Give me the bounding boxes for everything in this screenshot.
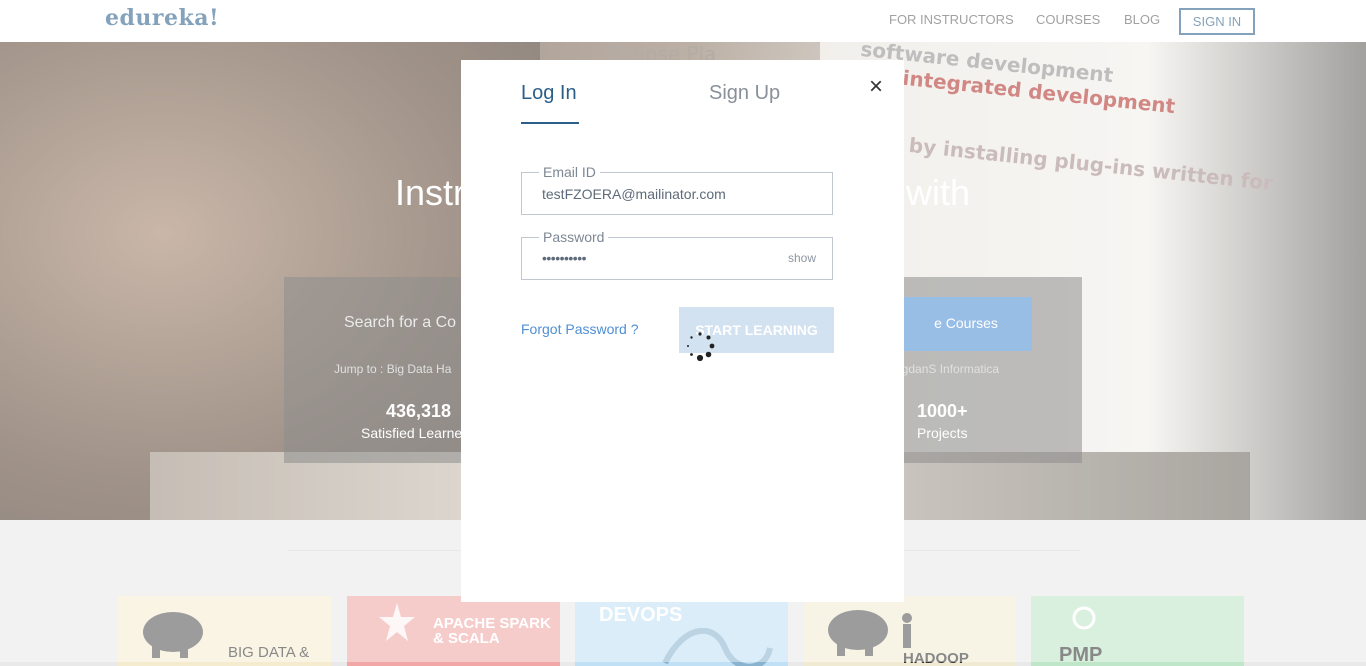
password-field-value: ••••••••••: [542, 250, 587, 266]
email-field-value: testFZOERA@mailinator.com: [542, 186, 726, 202]
loading-spinner-icon: [687, 332, 715, 362]
close-icon[interactable]: ×: [866, 75, 886, 99]
login-modal: Log In Sign Up × Email ID testFZOERA@mai…: [461, 60, 904, 602]
forgot-password-link[interactable]: Forgot Password ?: [521, 321, 639, 337]
tab-sign-up[interactable]: Sign Up: [709, 82, 780, 105]
password-field[interactable]: Password •••••••••• show: [521, 229, 833, 280]
tab-log-in[interactable]: Log In: [521, 82, 577, 105]
show-password-toggle[interactable]: show: [788, 251, 816, 265]
email-field-label: Email ID: [539, 164, 600, 180]
email-field[interactable]: Email ID testFZOERA@mailinator.com: [521, 164, 833, 215]
active-tab-indicator: [521, 122, 579, 124]
password-field-label: Password: [539, 229, 609, 245]
